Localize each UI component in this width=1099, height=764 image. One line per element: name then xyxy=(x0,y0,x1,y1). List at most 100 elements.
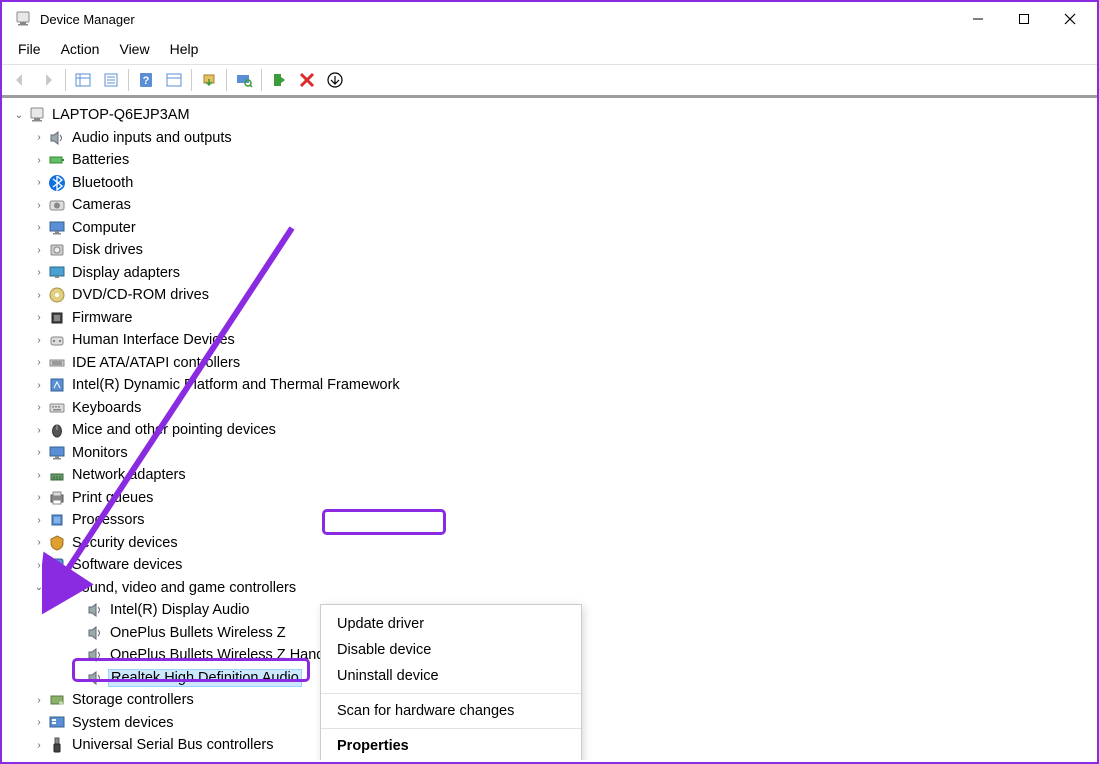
speaker-icon xyxy=(86,669,104,687)
category-label: Mice and other pointing devices xyxy=(70,421,278,439)
menu-file[interactable]: File xyxy=(8,38,51,60)
tree-category[interactable]: ›Human Interface Devices xyxy=(6,329,1093,352)
chevron-right-icon[interactable]: › xyxy=(32,560,46,571)
tree-category[interactable]: ›Monitors xyxy=(6,442,1093,465)
chevron-right-icon[interactable]: › xyxy=(32,537,46,548)
chevron-right-icon[interactable]: › xyxy=(32,267,46,278)
scan-hardware-button[interactable] xyxy=(231,68,257,92)
chevron-right-icon[interactable]: › xyxy=(32,222,46,233)
menu-help[interactable]: Help xyxy=(160,38,209,60)
forward-button[interactable] xyxy=(35,68,61,92)
help-button[interactable]: ? xyxy=(133,68,159,92)
tree-category[interactable]: ›Audio inputs and outputs xyxy=(6,127,1093,150)
chevron-right-icon[interactable]: › xyxy=(32,515,46,526)
enable-device-button[interactable] xyxy=(266,68,292,92)
tree-category[interactable]: ›DVD/CD-ROM drives xyxy=(6,284,1093,307)
software-icon xyxy=(48,556,66,574)
tree-category[interactable]: › Cameras xyxy=(6,194,1093,217)
chevron-right-icon[interactable]: › xyxy=(32,200,46,211)
chevron-right-icon[interactable]: › xyxy=(32,425,46,436)
tree-category[interactable]: › Security devices xyxy=(6,532,1093,555)
tree-category[interactable]: › Batteries xyxy=(6,149,1093,172)
app-icon xyxy=(14,10,32,28)
category-label: Bluetooth xyxy=(70,174,135,192)
chevron-right-icon[interactable]: › xyxy=(32,717,46,728)
camera-icon xyxy=(48,196,66,214)
chevron-right-icon[interactable]: › xyxy=(32,492,46,503)
tree-category[interactable]: ⌄Sound, video and game controllers xyxy=(6,577,1093,600)
tree-category[interactable]: › Processors xyxy=(6,509,1093,532)
category-label: Security devices xyxy=(70,534,180,552)
context-disable-device[interactable]: Disable device xyxy=(321,637,581,663)
show-hidden-button[interactable] xyxy=(70,68,96,92)
tree-category[interactable]: ›IDE ATA/ATAPI controllers xyxy=(6,352,1093,375)
back-button[interactable] xyxy=(7,68,33,92)
chevron-down-icon[interactable]: ⌄ xyxy=(32,582,46,593)
speaker-icon xyxy=(86,646,104,664)
context-scan-hardware[interactable]: Scan for hardware changes xyxy=(321,698,581,724)
tree-category[interactable]: ›Network adapters xyxy=(6,464,1093,487)
chevron-right-icon[interactable]: › xyxy=(32,695,46,706)
tree-category[interactable]: › Intel(R) Dynamic Platform and Thermal F… xyxy=(6,374,1093,397)
chevron-right-icon[interactable]: › xyxy=(32,155,46,166)
speaker-icon xyxy=(48,579,66,597)
category-label: Batteries xyxy=(70,151,131,169)
category-label: Processors xyxy=(70,511,147,529)
tree-category[interactable]: › Bluetooth xyxy=(6,172,1093,195)
chevron-right-icon[interactable]: › xyxy=(32,245,46,256)
chevron-right-icon[interactable]: › xyxy=(32,335,46,346)
menu-action[interactable]: Action xyxy=(51,38,110,60)
tree-category[interactable]: ›Software devices xyxy=(6,554,1093,577)
update-driver-button[interactable] xyxy=(196,68,222,92)
tree-category[interactable]: ›Keyboards xyxy=(6,397,1093,420)
tree-category[interactable]: ›Firmware xyxy=(6,307,1093,330)
chevron-right-icon[interactable]: › xyxy=(32,290,46,301)
category-label: Cameras xyxy=(70,196,133,214)
chevron-right-icon[interactable]: › xyxy=(32,447,46,458)
chevron-right-icon[interactable]: › xyxy=(32,312,46,323)
category-label: Universal Serial Bus controllers xyxy=(70,736,275,754)
menubar: File Action View Help xyxy=(2,36,1097,64)
category-label: Intel(R) Dynamic Platform and Thermal Fr… xyxy=(70,376,402,394)
tree-category[interactable]: ›Display adapters xyxy=(6,262,1093,285)
tree-root[interactable]: ⌄ LAPTOP-Q6EJP3AM xyxy=(6,104,1093,127)
tree-category[interactable]: ›Computer xyxy=(6,217,1093,240)
computer-icon xyxy=(28,106,46,124)
minimize-button[interactable] xyxy=(955,4,1001,34)
chevron-right-icon[interactable]: › xyxy=(32,357,46,368)
chevron-right-icon[interactable]: › xyxy=(32,470,46,481)
tree-category[interactable]: › Mice and other pointing devices xyxy=(6,419,1093,442)
tree-category[interactable]: ›Disk drives xyxy=(6,239,1093,262)
mouse-icon xyxy=(48,421,66,439)
battery-icon xyxy=(48,151,66,169)
maximize-button[interactable] xyxy=(1001,4,1047,34)
thermal-icon xyxy=(48,376,66,394)
context-separator xyxy=(321,693,581,694)
context-properties[interactable]: Properties xyxy=(321,733,581,759)
context-update-driver[interactable]: Update driver xyxy=(321,611,581,637)
context-uninstall-device[interactable]: Uninstall device xyxy=(321,663,581,689)
chevron-right-icon[interactable]: › xyxy=(32,380,46,391)
svg-text:?: ? xyxy=(143,75,150,87)
tree-category[interactable]: › Print queues xyxy=(6,487,1093,510)
action-button[interactable] xyxy=(161,68,187,92)
menu-view[interactable]: View xyxy=(109,38,159,60)
close-button[interactable] xyxy=(1047,4,1093,34)
uninstall-device-button[interactable] xyxy=(294,68,320,92)
toolbar: ? xyxy=(2,64,1097,98)
network-icon xyxy=(48,466,66,484)
chevron-right-icon[interactable]: › xyxy=(32,740,46,751)
disable-device-button[interactable] xyxy=(322,68,348,92)
chevron-down-icon[interactable]: ⌄ xyxy=(12,110,26,121)
toolbar-separator xyxy=(128,69,129,91)
device-label: Intel(R) Display Audio xyxy=(108,601,251,619)
chevron-right-icon[interactable]: › xyxy=(32,132,46,143)
category-label: Print queues xyxy=(70,489,155,507)
properties-button[interactable] xyxy=(98,68,124,92)
cpu-icon xyxy=(48,511,66,529)
chevron-right-icon[interactable]: › xyxy=(32,177,46,188)
chevron-right-icon[interactable]: › xyxy=(32,402,46,413)
security-icon xyxy=(48,534,66,552)
bluetooth-icon xyxy=(48,174,66,192)
device-label: Realtek High Definition Audio xyxy=(108,669,302,687)
